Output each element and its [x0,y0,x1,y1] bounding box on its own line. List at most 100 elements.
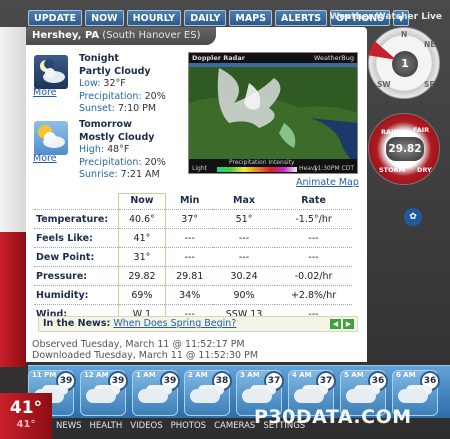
barometer-gauge[interactable]: RAIN FAIR STORM DRY 29.82 [368,113,440,185]
wind-compass[interactable]: N NE SW SE 1 [367,27,440,99]
radar-map-image [189,63,357,163]
forecast-tomorrow-text: Tomorrow Mostly Cloudy High: 48°F Precip… [79,119,166,182]
precip-label: Precipitation: [79,156,142,168]
temp-label: High: [79,144,105,155]
current-feels-value: 41° [16,419,36,430]
table-header-row: Now Min Max Rate [34,193,352,210]
news-headline-link[interactable]: When Does Spring Begin? [113,318,236,329]
cloudy-night-icon [86,389,116,403]
cloudy-night-icon [346,389,376,403]
bottom-nav-cameras[interactable]: CAMERAS [214,421,255,435]
hourly-time: 4 AM [292,371,312,379]
mostly-cloudy-day-icon [34,121,68,155]
observed-timestamp: Observed Tuesday, March 11 @ 11:52:17 PM [32,339,245,350]
radar-timestamp: 11:30PM CDT [313,165,354,172]
forecast-tonight: More Tonight Partly Cloudy Low: 32°F Pre… [32,53,182,114]
thermometer-bar [0,27,26,367]
hourly-time: 11 PM [32,371,57,379]
compass-sw: SW [377,80,391,89]
forecast-tomorrow-more-link[interactable]: More [33,153,57,164]
hourly-temp: 39 [160,371,180,391]
forecast-condition: Mostly Cloudy [79,131,155,143]
news-next-button[interactable]: ▶ [343,319,354,329]
wind-speed-value: 1 [392,51,418,77]
animate-map-link[interactable]: Animate Map [296,177,359,188]
temp-value: 32°F [103,78,126,89]
current-temp-value: 41° [9,398,43,418]
row-label: Pressure: [34,266,118,286]
hourly-temp: 39 [108,371,128,391]
baro-rain: RAIN [381,128,399,136]
table-header [34,194,118,210]
hourly-temp: 37 [316,371,336,391]
row-label: Feels Like: [34,228,118,248]
app-title: Weather Watcher Live [329,12,442,22]
hourly-time: 1 AM [136,371,156,379]
location-bar[interactable]: Hershey, PA (South Hanover ES) [26,27,216,45]
bottom-nav-news[interactable]: NEWS [56,421,82,435]
cell-max: --- [212,228,276,248]
cell-min: --- [165,228,213,248]
row-label: Temperature: [34,209,118,229]
row-label: Humidity: [34,285,118,305]
baro-fair: FAIR [413,126,430,134]
nav-update-button[interactable]: UPDATE [28,10,83,26]
table-row: Humidity: 69% 34% 90% +2.8%/hr [34,285,352,305]
radar-legend-title: Precipitation Intensity [229,159,295,166]
forecast-condition: Partly Cloudy [79,65,151,77]
watermark: P30DATA.COM [254,406,412,428]
baro-dry: DRY [417,166,432,174]
cell-rate: --- [275,228,352,248]
compass-se: SE [424,80,435,89]
thermometer-fill [0,232,26,367]
cell-max: 30.24 [212,266,276,286]
cloudy-night-icon [138,389,168,403]
forecast-tonight-more-link[interactable]: More [33,87,57,98]
hourly-item[interactable]: 12 AM 39 [80,370,128,416]
cloudy-night-icon [398,389,428,403]
hourly-temp: 36 [368,371,388,391]
bottom-nav-health[interactable]: HEALTH [90,421,123,435]
nav-daily-button[interactable]: DAILY [184,10,227,26]
cell-max: 90% [212,285,276,305]
weatherbug-logo-icon[interactable]: ✿ [404,208,422,226]
pressure-value: 29.82 [386,137,424,161]
news-prev-button[interactable]: ◀ [330,319,341,329]
precip-value: 20% [144,156,166,168]
cell-min: 37° [165,209,213,229]
cell-now: 41° [117,228,167,248]
hourly-item[interactable]: 2 AM 38 [184,370,232,416]
radar-title: Doppler Radar [192,54,245,62]
nav-now-button[interactable]: NOW [85,10,124,26]
bottom-nav-photos[interactable]: PHOTOS [171,421,207,435]
nav-maps-button[interactable]: MAPS [229,10,273,26]
hourly-time: 12 AM [84,371,109,379]
nav-alerts-button[interactable]: ALERTS [275,10,328,26]
table-header-rate: Rate [301,194,326,206]
cell-max: --- [212,247,276,267]
cloudy-night-icon [190,389,220,403]
table-row: Pressure: 29.82 29.81 30.24 -0.02/hr [34,266,352,286]
cell-now: 31° [117,247,167,267]
hourly-temp: 36 [420,371,440,391]
cell-min: --- [165,247,213,267]
bottom-nav-videos[interactable]: VIDEOS [130,421,162,435]
forecast-tonight-text: Tonight Partly Cloudy Low: 32°F Precipit… [79,53,166,116]
cell-min: 29.81 [165,266,213,286]
doppler-radar-map[interactable]: Doppler Radar WeatherBug Precipitation In… [188,52,358,174]
hourly-time: 6 AM [396,371,416,379]
location-station: (South Hanover ES) [102,30,201,41]
app-window: UPDATE NOW HOURLY DAILY MAPS ALERTS OPTI… [0,0,450,439]
cell-rate: -1.5°/hr [275,209,352,229]
table-header-max: Max [233,194,256,206]
hourly-temp: 39 [56,371,76,391]
cell-rate: +2.8%/hr [275,285,352,305]
nav-hourly-button[interactable]: HOURLY [126,10,182,26]
hourly-temp: 37 [264,371,284,391]
row-label: Dew Point: [34,247,118,267]
table-row: Temperature: 40.6° 37° 51° -1.5°/hr [34,209,352,229]
sun-label: Sunset: [79,103,115,114]
hourly-item[interactable]: 1 AM 39 [132,370,180,416]
forecast-tomorrow: More Tomorrow Mostly Cloudy High: 48°F P… [32,119,182,180]
table-row: Dew Point: 31° --- --- --- [34,247,352,267]
